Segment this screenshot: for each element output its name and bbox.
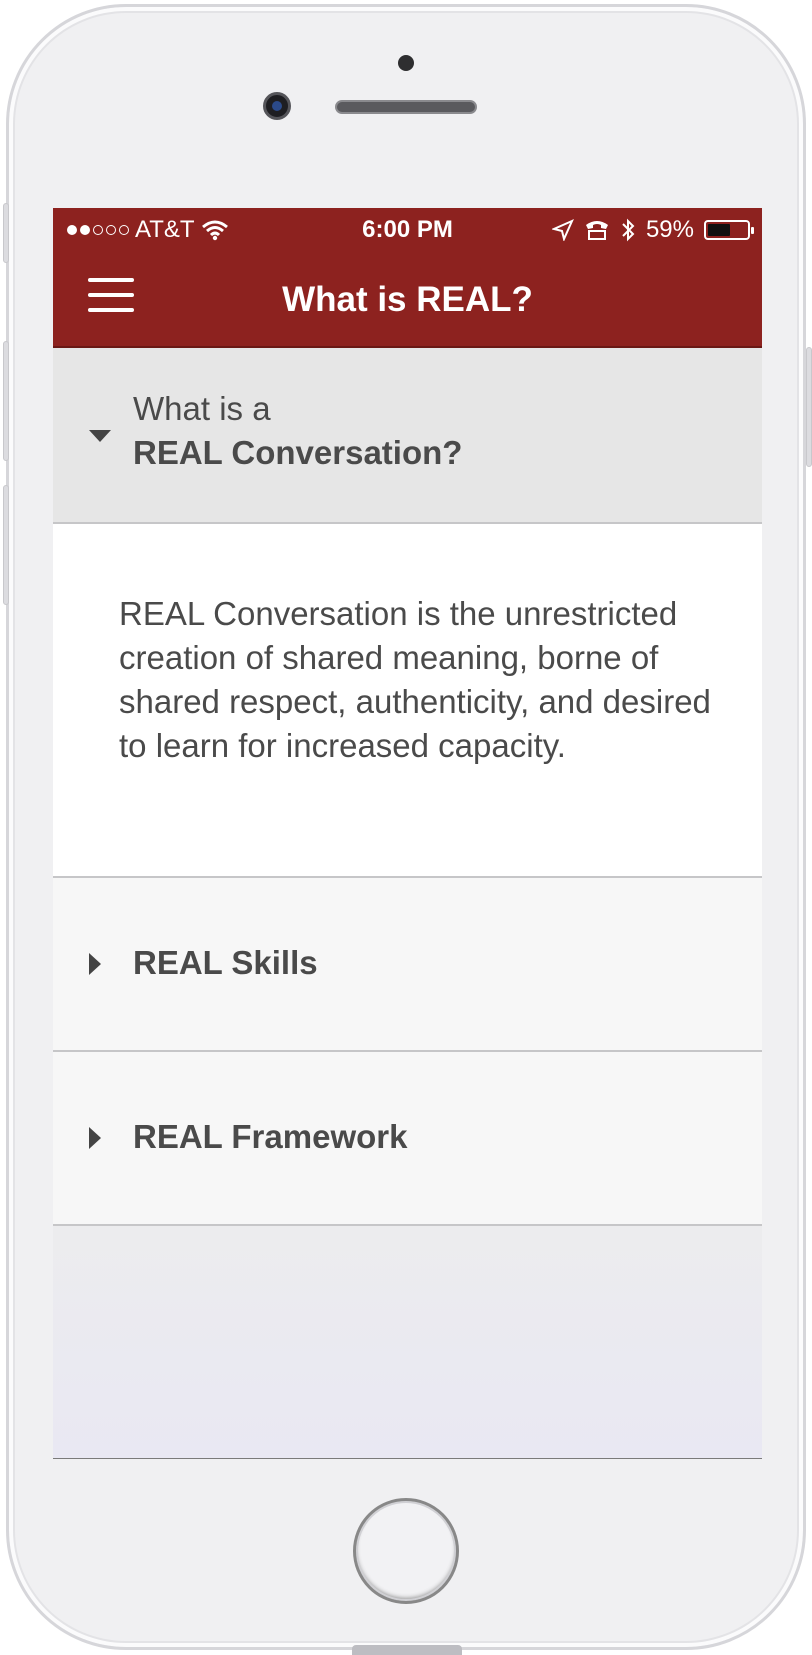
volume-down-button — [3, 485, 9, 605]
proximity-sensor — [398, 55, 414, 71]
earpiece-speaker — [335, 100, 477, 114]
mute-switch — [3, 203, 9, 263]
home-button[interactable] — [353, 1498, 459, 1604]
section-title: REAL Skills — [133, 944, 318, 981]
tty-phone-icon — [585, 221, 608, 240]
section-body-text: REAL Conversation is the unrestricted cr… — [119, 595, 711, 764]
location-arrow-icon — [551, 219, 574, 241]
app-screen: AT&T 6:00 PM 59% What is REAL? What is a… — [53, 208, 762, 1459]
section-title: REAL Framework — [133, 1118, 408, 1155]
section-subtitle: What is a — [133, 390, 271, 427]
empty-content-area — [53, 1226, 762, 1459]
volume-up-button — [3, 341, 9, 461]
caret-right-icon — [89, 1127, 101, 1149]
bluetooth-icon — [622, 218, 635, 242]
page-title: What is REAL? — [282, 280, 533, 319]
section-header-real-framework[interactable]: REAL Framework — [53, 1052, 762, 1226]
section-body-real-conversation: REAL Conversation is the unrestricted cr… — [53, 524, 762, 878]
caret-right-icon — [89, 953, 101, 975]
section-header-real-skills[interactable]: REAL Skills — [53, 878, 762, 1052]
lightning-port — [352, 1645, 462, 1655]
battery-percent: 59% — [645, 216, 694, 243]
power-button — [806, 347, 812, 467]
navigation-bar: What is REAL? — [53, 248, 762, 348]
section-header-real-conversation[interactable]: What is a REAL Conversation? — [53, 348, 762, 524]
status-bar: AT&T 6:00 PM 59% — [53, 208, 762, 248]
section-title: REAL Conversation? — [133, 434, 463, 471]
caret-down-icon — [89, 430, 111, 442]
battery-icon — [704, 220, 754, 240]
front-camera — [263, 92, 291, 120]
